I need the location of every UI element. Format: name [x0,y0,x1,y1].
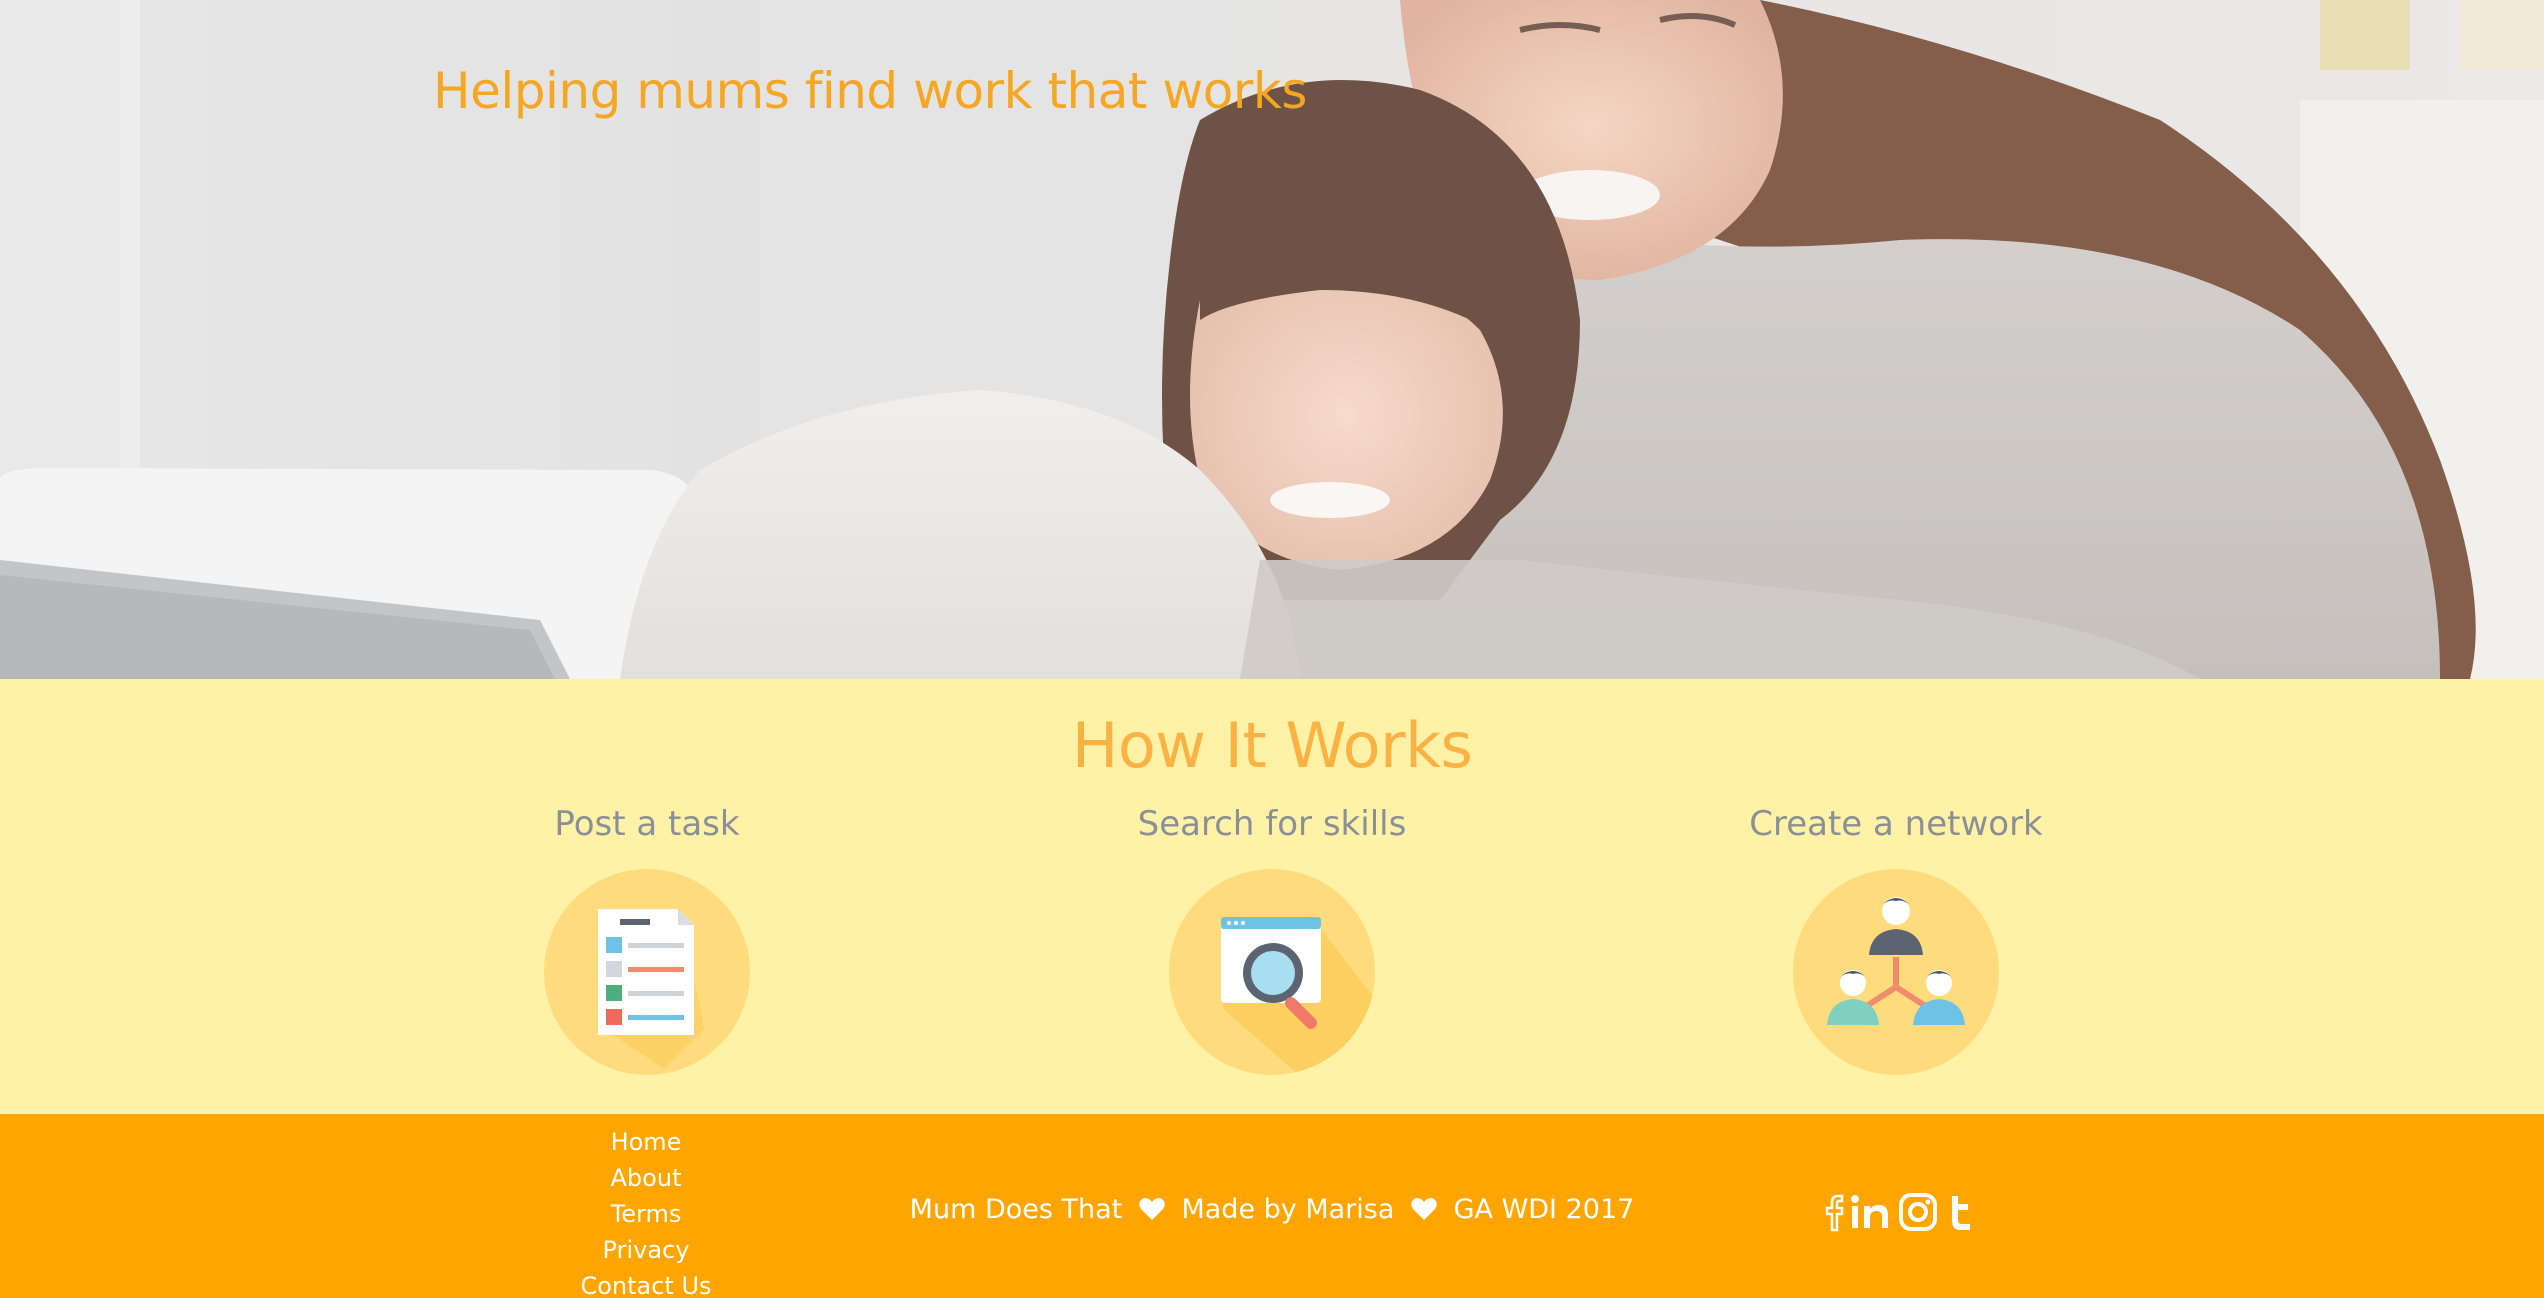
footer-link-home[interactable]: Home [546,1124,746,1160]
magnifying-glass-browser-icon [1169,869,1375,1075]
credit-site-name: Mum Does That [909,1194,1123,1225]
footer-link-contact[interactable]: Contact Us [546,1268,746,1298]
facebook-icon[interactable] [1822,1190,1846,1234]
how-it-works-section: How It Works Post a task Search for skil… [0,679,2544,1114]
step-title: Create a network [1749,804,2043,844]
step-title: Search for skills [1137,804,1407,844]
section-title: How It Works [1071,709,1473,782]
step-title: Post a task [554,804,740,844]
instagram-icon[interactable] [1898,1190,1940,1234]
linkedin-icon[interactable] [1850,1190,1894,1234]
tumblr-icon[interactable] [1944,1190,1978,1234]
page: Helping mums find work that works How It… [0,0,2544,1298]
footer-link-about[interactable]: About [546,1160,746,1196]
step-post-task: Post a task [437,801,857,1075]
step-search-skills: Search for skills [1062,801,1482,1075]
hero-tagline: Helping mums find work that works [433,62,1307,120]
people-network-icon [1793,869,1999,1075]
step-create-network: Create a network [1686,801,2106,1075]
site-footer: Home About Terms Privacy Contact Us Mum … [0,1114,2544,1298]
hero-banner: Helping mums find work that works [0,0,2544,679]
heart-icon [1139,1197,1165,1228]
social-links [1822,1190,1978,1234]
document-list-icon [544,869,750,1075]
footer-credit: Mum Does That Made by Marisa GA WDI 2017 [0,1194,2544,1228]
heart-icon [1411,1197,1437,1228]
footer-link-privacy[interactable]: Privacy [546,1232,746,1268]
credit-author: Made by Marisa [1181,1194,1395,1225]
credit-course: GA WDI 2017 [1453,1194,1635,1225]
